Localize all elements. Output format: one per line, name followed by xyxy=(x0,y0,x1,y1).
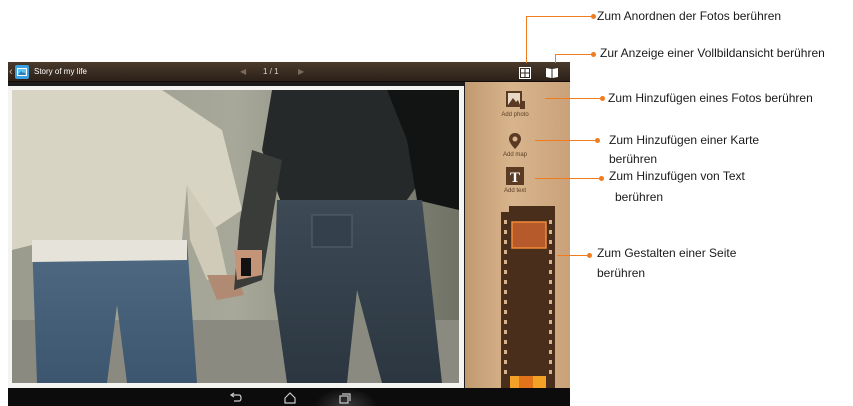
tool-panel: Add photo Add map T Add text xyxy=(465,82,570,388)
callout-dot-fullscreen xyxy=(591,52,596,57)
back-icon[interactable] xyxy=(228,391,242,403)
page-layout-filmstrip[interactable] xyxy=(497,206,561,388)
add-photo-label: Add photo xyxy=(501,112,529,118)
action-bar: ‹ Story of my life ◀ 1 / 1 ▶ xyxy=(8,62,570,82)
callout-dot-add-text xyxy=(599,176,604,181)
callout-add-map-line2: berühren xyxy=(609,152,658,166)
add-photo-icon xyxy=(506,91,525,109)
callout-line-add-photo xyxy=(545,98,602,99)
back-chevron-icon[interactable]: ‹ xyxy=(9,65,13,79)
callout-line-add-map xyxy=(535,140,597,141)
open-book-icon[interactable] xyxy=(545,66,559,78)
recent-apps-icon[interactable] xyxy=(338,391,352,404)
add-photo-button[interactable]: Add photo xyxy=(485,90,545,119)
callout-page-design-line2: berühren xyxy=(597,266,646,280)
callout-dot-page-design xyxy=(587,253,592,258)
callout-line-fullscreen xyxy=(555,54,593,55)
callout-add-text-line2: berühren xyxy=(615,190,664,204)
system-navigation-bar xyxy=(8,388,570,406)
callout-dot-add-photo xyxy=(600,96,605,101)
previous-page-icon[interactable]: ◀ xyxy=(240,66,246,78)
next-page-icon[interactable]: ▶ xyxy=(298,66,304,78)
couple-photo xyxy=(12,90,459,383)
callout-line-arrange xyxy=(526,16,593,17)
callout-dot-add-map xyxy=(595,138,600,143)
story-album-icon[interactable] xyxy=(15,65,29,79)
add-text-label: Add text xyxy=(503,188,526,194)
text-icon: T xyxy=(506,167,524,186)
story-title[interactable]: Story of my life xyxy=(34,66,87,78)
callout-add-map-line1: Zum Hinzufügen einer Karte xyxy=(609,133,760,147)
callout-line-arrange xyxy=(526,16,527,63)
page-counter: 1 / 1 xyxy=(263,67,279,76)
callout-line-add-text xyxy=(535,178,601,179)
callout-add-photo: Zum Hinzufügen eines Fotos berühren xyxy=(608,91,813,105)
home-icon[interactable] xyxy=(283,391,297,404)
callout-arrange: Zum Anordnen der Fotos berühren xyxy=(597,9,782,23)
page-photo-frame[interactable] xyxy=(8,86,464,388)
arrange-grid-icon[interactable] xyxy=(519,66,531,79)
callout-fullscreen: Zur Anzeige einer Vollbildansicht berühr… xyxy=(600,46,825,60)
map-pin-icon xyxy=(509,133,521,149)
callout-dot-arrange xyxy=(591,14,596,19)
callout-line-page-design xyxy=(557,255,589,256)
add-map-label: Add map xyxy=(502,152,527,158)
add-text-button[interactable]: T Add text xyxy=(485,166,545,195)
text-glyph: T xyxy=(510,170,520,186)
callout-page-design-line1: Zum Gestalten einer Seite xyxy=(597,246,737,260)
tablet-screen: ‹ Story of my life ◀ 1 / 1 ▶ Add photo A… xyxy=(8,62,570,406)
add-map-button[interactable]: Add map xyxy=(485,132,545,159)
callout-line-fullscreen xyxy=(555,54,556,63)
callout-add-text-line1: Zum Hinzufügen von Text xyxy=(609,169,745,183)
